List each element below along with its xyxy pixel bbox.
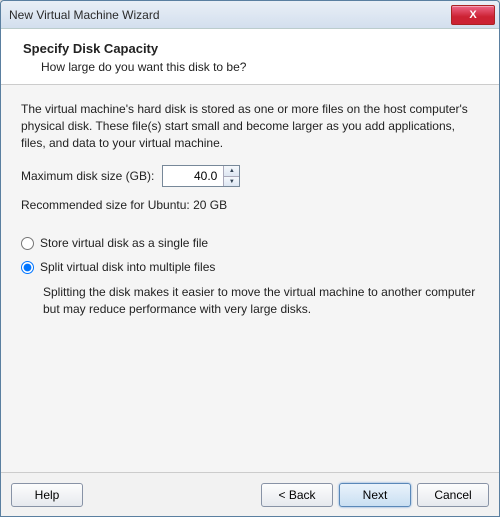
radio-single-file[interactable]: [21, 237, 34, 250]
storage-options: Store virtual disk as a single file Spli…: [21, 236, 479, 318]
close-button[interactable]: X: [451, 5, 495, 25]
spinner-buttons: ▲ ▼: [223, 166, 239, 186]
spin-up-button[interactable]: ▲: [224, 166, 239, 177]
option-split-row[interactable]: Split virtual disk into multiple files: [21, 260, 479, 274]
wizard-content: The virtual machine's hard disk is store…: [1, 85, 499, 472]
header-subtitle: How large do you want this disk to be?: [23, 60, 481, 74]
titlebar: New Virtual Machine Wizard X: [1, 1, 499, 29]
cancel-button[interactable]: Cancel: [417, 483, 489, 507]
disk-size-spinner[interactable]: ▲ ▼: [162, 165, 240, 187]
window-title: New Virtual Machine Wizard: [9, 8, 451, 22]
back-button[interactable]: < Back: [261, 483, 333, 507]
max-size-row: Maximum disk size (GB): ▲ ▼: [21, 165, 479, 187]
close-icon: X: [469, 9, 476, 21]
spin-down-button[interactable]: ▼: [224, 177, 239, 187]
wizard-window: New Virtual Machine Wizard X Specify Dis…: [0, 0, 500, 517]
radio-split-files[interactable]: [21, 261, 34, 274]
help-button[interactable]: Help: [11, 483, 83, 507]
option-single-row[interactable]: Store virtual disk as a single file: [21, 236, 479, 250]
disk-size-input[interactable]: [163, 166, 223, 186]
wizard-footer: Help < Back Next Cancel: [1, 472, 499, 516]
disk-description: The virtual machine's hard disk is store…: [21, 101, 479, 151]
split-description: Splitting the disk makes it easier to mo…: [43, 284, 479, 318]
header-title: Specify Disk Capacity: [23, 41, 481, 56]
option-split-label: Split virtual disk into multiple files: [40, 260, 215, 274]
max-size-label: Maximum disk size (GB):: [21, 169, 154, 183]
next-button[interactable]: Next: [339, 483, 411, 507]
wizard-header: Specify Disk Capacity How large do you w…: [1, 29, 499, 85]
option-single-label: Store virtual disk as a single file: [40, 236, 208, 250]
recommended-size: Recommended size for Ubuntu: 20 GB: [21, 197, 479, 214]
